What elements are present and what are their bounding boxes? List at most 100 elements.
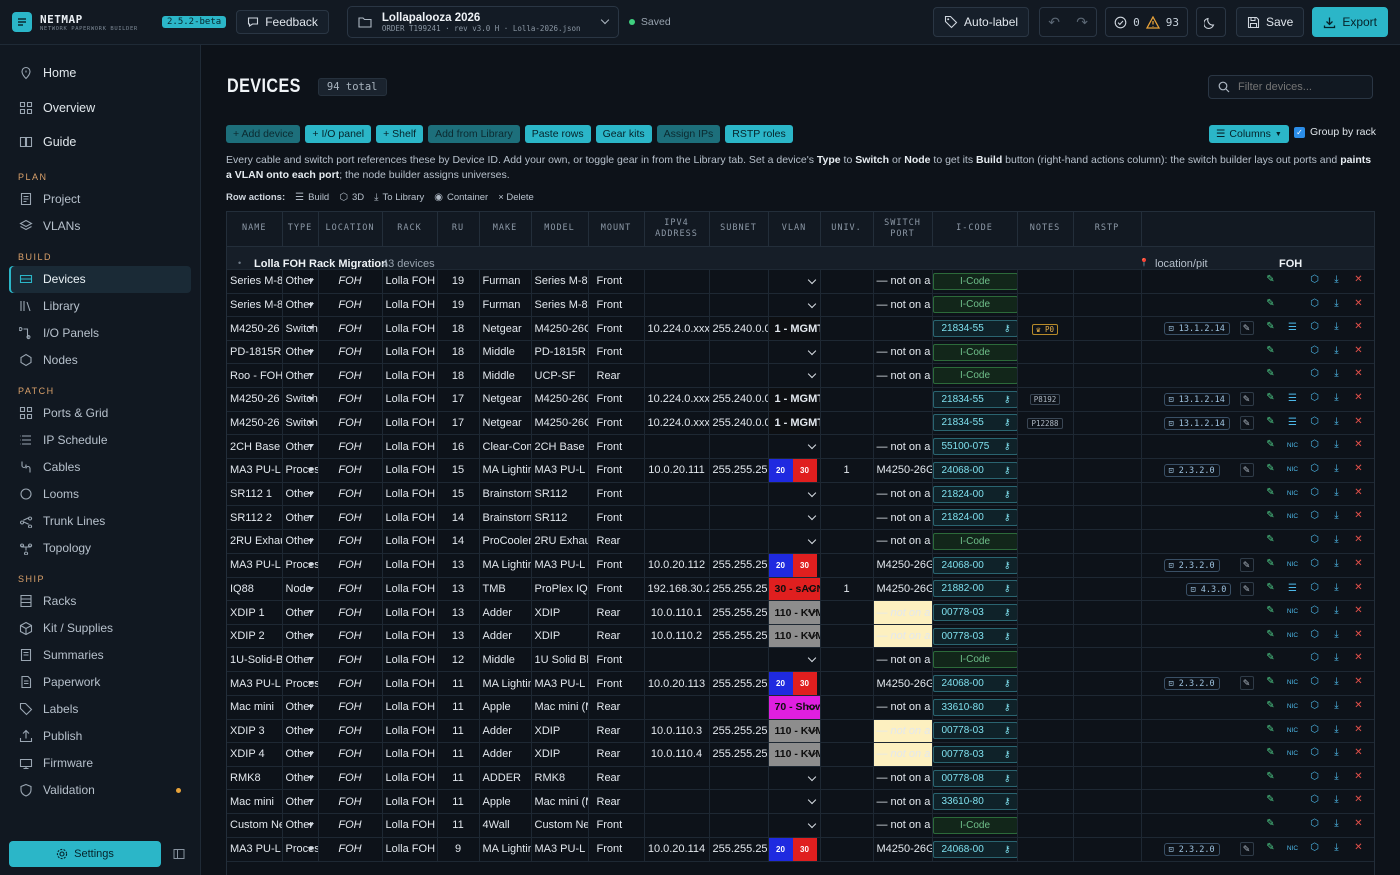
cell-rstp[interactable] <box>1073 837 1142 862</box>
cell-model[interactable]: MA3 PU-L <box>531 458 589 483</box>
cell-switch-port[interactable]: — not on a port <box>873 813 933 838</box>
delete-icon[interactable]: ✕ <box>1348 771 1370 782</box>
cell-subnet[interactable] <box>709 766 769 791</box>
cell-vlan-select[interactable]: 110 - KVM <box>768 742 821 767</box>
to-library-icon[interactable]: ⤓ <box>1326 274 1348 285</box>
delete-icon[interactable]: ✕ <box>1348 345 1370 356</box>
cell-ru[interactable]: 19 <box>437 269 480 294</box>
cell-vlan-select[interactable] <box>768 813 821 838</box>
cell-name[interactable]: Series M-8 <box>227 293 283 318</box>
cell-ru[interactable]: 18 <box>437 316 480 341</box>
to-library-icon[interactable]: ⤓ <box>1326 392 1348 406</box>
cell-rstp[interactable] <box>1073 671 1142 696</box>
cell-subnet[interactable]: 255.255.255.0 <box>709 577 769 602</box>
cell-rack[interactable]: Lolla FOH <box>382 434 438 459</box>
table-row[interactable]: MA3 PU-LProcessorFOHLolla FOH9MA Lightin… <box>227 837 1374 862</box>
to-library-icon[interactable]: ⤓ <box>1326 416 1348 430</box>
cell-rack[interactable]: Lolla FOH <box>382 505 438 531</box>
3d-cube-icon[interactable]: ⬡ <box>1304 463 1326 477</box>
cell-location[interactable]: FOH <box>318 529 383 554</box>
firmware-badge[interactable]: ⊡ 13.1.2.14 <box>1163 393 1230 407</box>
cell-mount[interactable]: Front <box>588 577 645 602</box>
cell-type-select[interactable]: Switch <box>282 387 319 412</box>
cell-vlan-select[interactable] <box>768 269 821 294</box>
i-o-panel-button[interactable]: + I/O panel <box>305 125 372 143</box>
3d-cube-icon[interactable]: ⬡ <box>1304 605 1326 619</box>
delete-icon[interactable]: ✕ <box>1348 700 1370 714</box>
cell-universe[interactable] <box>820 340 874 365</box>
cell-universe[interactable] <box>820 293 874 318</box>
cell-ru[interactable]: 13 <box>437 577 480 602</box>
edit-firmware-icon[interactable]: ✎ <box>1239 676 1254 690</box>
cell-switch-port[interactable]: M4250-26G <box>873 553 933 578</box>
cell-notes[interactable] <box>1017 813 1074 838</box>
cell-rack[interactable]: Lolla FOH <box>382 529 438 554</box>
cell-make[interactable]: Clear-Com <box>479 434 532 459</box>
cell-switch-port[interactable]: M4250-26G <box>873 577 933 602</box>
cell-vlan-select[interactable]: 30 - sACN <box>768 577 821 602</box>
cell-make[interactable]: Middle <box>479 363 532 389</box>
icode-badge[interactable]: 21834-55 ⚷ <box>932 320 1016 338</box>
cell-icode[interactable]: 33610-80 ⚷ <box>932 695 1018 720</box>
cell-make[interactable]: MA Lighting <box>479 837 532 862</box>
sidebar-item-summaries[interactable]: Summaries <box>9 642 191 669</box>
cell-model[interactable]: M4250-26G <box>531 411 589 436</box>
3d-cube-icon[interactable]: ⬡ <box>1304 510 1326 524</box>
cell-model[interactable]: XDIP <box>531 742 589 767</box>
3d-cube-icon[interactable]: ⬡ <box>1304 771 1326 782</box>
cell-model[interactable]: M4250-26G <box>531 316 589 341</box>
cell-mount[interactable]: Rear <box>588 624 645 649</box>
cell-notes[interactable] <box>1017 505 1074 531</box>
cell-ru[interactable]: 18 <box>437 340 480 365</box>
cell-name[interactable]: M4250-26 <box>227 387 283 412</box>
cell-make[interactable]: Adder <box>479 719 532 744</box>
to-library-icon[interactable]: ⤓ <box>1326 842 1348 856</box>
cell-ipv4[interactable] <box>644 766 710 791</box>
cell-icode[interactable]: 21824-00 ⚷ <box>932 482 1018 507</box>
sidebar-item-ports-grid[interactable]: Ports & Grid <box>9 400 191 427</box>
3d-cube-icon[interactable]: ⬡ <box>1304 487 1326 501</box>
cell-notes[interactable] <box>1017 293 1074 318</box>
cell-subnet[interactable] <box>709 647 769 672</box>
edit-icon[interactable]: ✎ <box>1260 747 1282 761</box>
edit-icon[interactable]: ✎ <box>1260 700 1282 714</box>
sidebar-item-ip-schedule[interactable]: IP Schedule <box>9 427 191 454</box>
shelf-button[interactable]: + Shelf <box>376 125 424 143</box>
nic-icon[interactable]: NIC <box>1282 463 1304 477</box>
3d-cube-icon[interactable]: ⬡ <box>1304 558 1326 572</box>
cell-location[interactable]: FOH <box>318 742 383 767</box>
cell-ru[interactable]: 16 <box>437 434 480 459</box>
nic-icon[interactable] <box>1282 534 1304 545</box>
cell-vlan-select[interactable]: 110 - KVM <box>768 719 821 744</box>
cell-vlan-select[interactable]: 110 - KVM <box>768 624 821 649</box>
cell-model[interactable]: Custom Network <box>531 813 589 838</box>
delete-icon[interactable]: ✕ <box>1348 487 1370 501</box>
cell-name[interactable]: PD-1815R <box>227 340 283 365</box>
cell-vlan-select[interactable]: 1 - MGMT <box>768 316 821 341</box>
sidebar-item-home[interactable]: Home <box>9 56 191 91</box>
cell-ipv4[interactable] <box>644 293 710 318</box>
cell-icode[interactable]: 21834-55 ⚷ <box>932 387 1018 412</box>
delete-icon[interactable]: ✕ <box>1348 368 1370 379</box>
cell-switch-port[interactable]: — not on a port <box>873 766 933 791</box>
cell-make[interactable]: Furman <box>479 269 532 294</box>
cell-subnet[interactable] <box>709 340 769 365</box>
cell-rstp[interactable] <box>1073 363 1142 389</box>
cell-ipv4[interactable] <box>644 482 710 507</box>
to-library-icon[interactable]: ⤓ <box>1326 321 1348 335</box>
cell-icode[interactable]: 21834-55 ⚷ <box>932 411 1018 436</box>
3d-cube-icon[interactable]: ⬡ <box>1304 298 1326 309</box>
table-row[interactable]: XDIP 3 Other FOH Lolla FOH 11 Adder XDIP Rear 10… <box>227 719 1374 744</box>
cell-vlan-select[interactable] <box>768 293 821 318</box>
cell-type-select[interactable]: Other <box>282 789 319 814</box>
to-library-icon[interactable]: ⤓ <box>1326 700 1348 714</box>
cell-rstp[interactable] <box>1073 742 1142 767</box>
cell-location[interactable]: FOH <box>318 837 383 862</box>
to-library-icon[interactable]: ⤓ <box>1326 794 1348 805</box>
cell-mount[interactable]: Rear <box>588 695 645 720</box>
delete-icon[interactable]: ✕ <box>1348 842 1370 856</box>
cell-notes[interactable] <box>1017 719 1074 744</box>
cell-icode[interactable]: 21824-00 ⚷ <box>932 505 1018 531</box>
cell-name[interactable]: Custom Netw <box>227 813 283 838</box>
cell-type-select[interactable]: Processor <box>282 458 319 483</box>
